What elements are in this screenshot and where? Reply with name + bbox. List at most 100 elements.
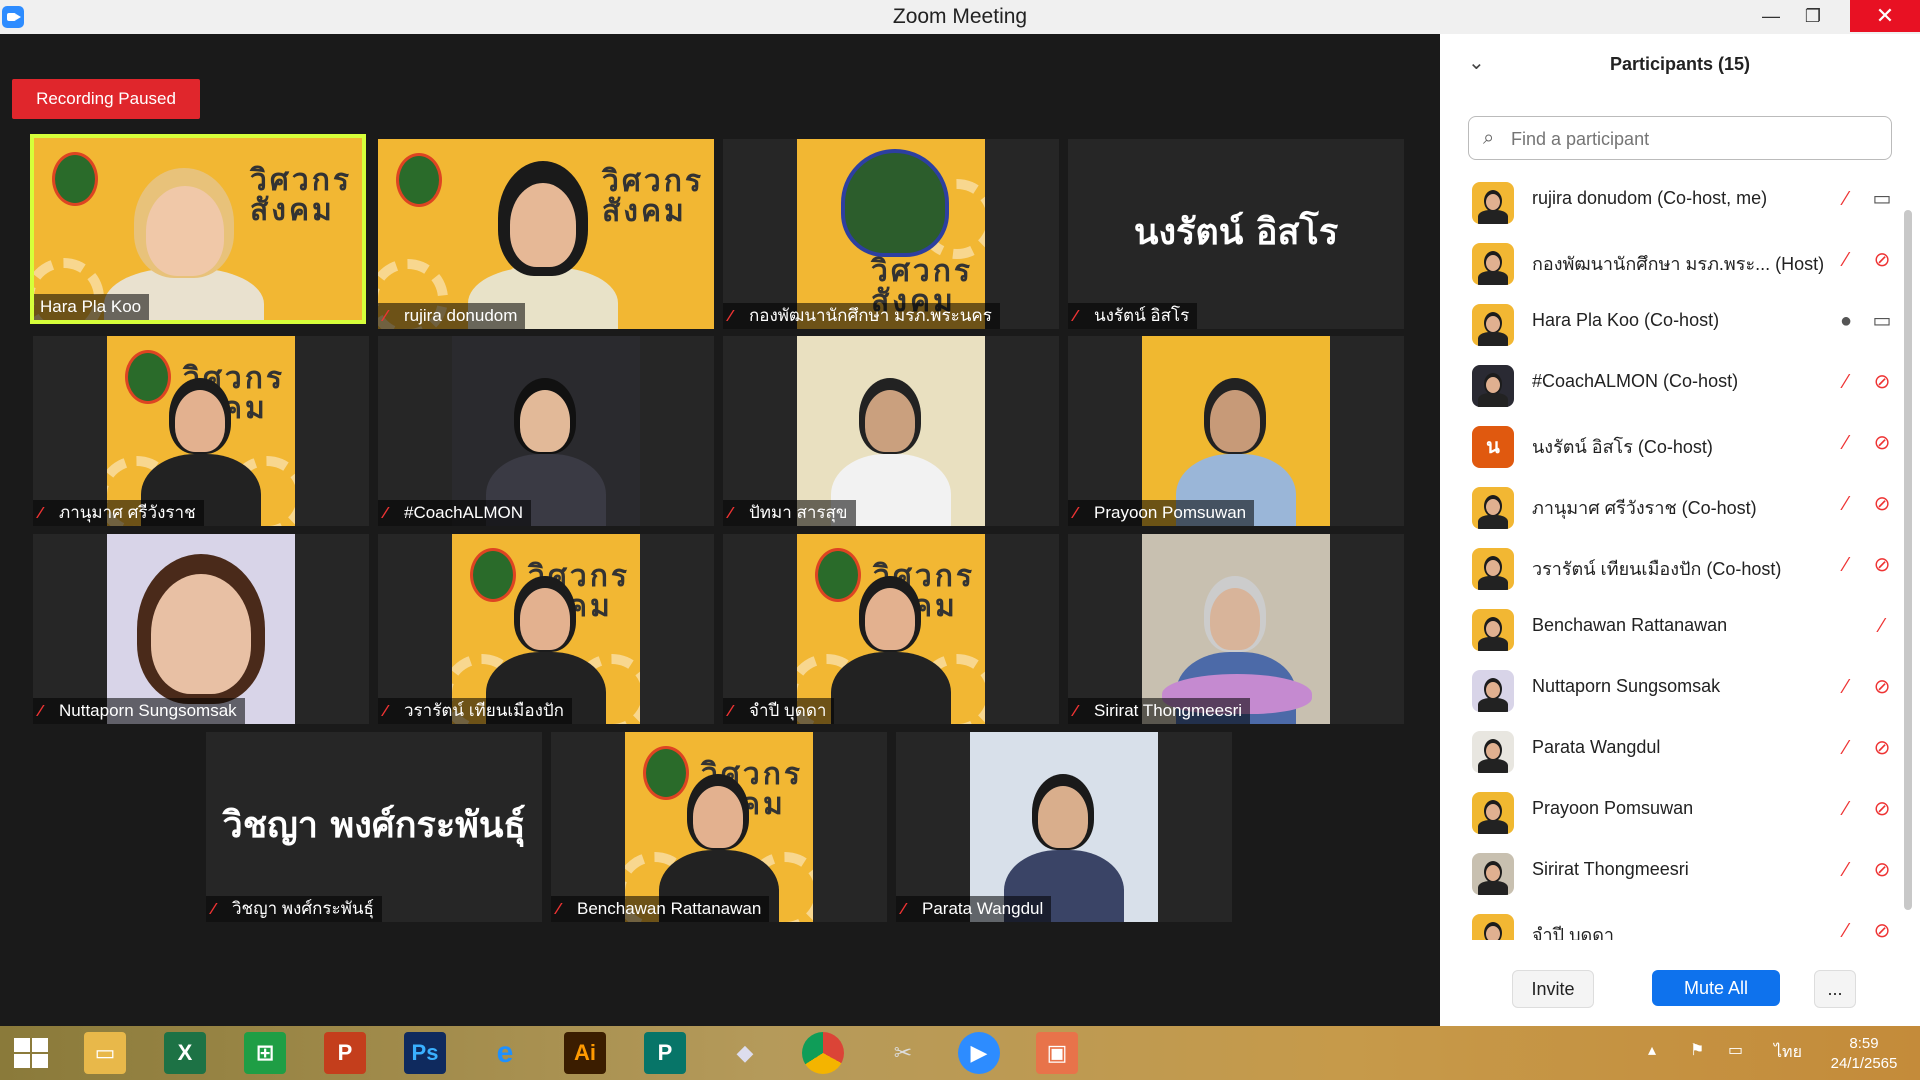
participant-video: วิศวกรสังคม <box>797 139 985 329</box>
video-tile[interactable]: วิศวกรสังคม ⁄ จำปี บุดดา <box>723 534 1059 724</box>
video-off-icon[interactable]: ⊘ <box>1868 489 1896 519</box>
video-tile[interactable]: ⁄ Parata Wangdul <box>896 732 1232 922</box>
tile-participant-name: Prayoon Pomsuwan <box>1094 503 1247 522</box>
presentation-icon[interactable]: ▣ <box>1036 1032 1078 1074</box>
close-button[interactable]: ✕ <box>1850 0 1920 32</box>
snipping-tool-icon[interactable]: ✂ <box>882 1032 924 1074</box>
video-tile[interactable]: ⁄ Nuttaporn Sungsomsak <box>33 534 369 724</box>
video-off-icon[interactable]: ⊘ <box>1868 428 1896 458</box>
video-off-icon[interactable]: ⊘ <box>1868 733 1896 763</box>
muted-mic-icon[interactable]: ⁄ <box>1832 428 1860 458</box>
tray-chevron-icon[interactable]: ▴ <box>1648 1040 1656 1060</box>
participant-video <box>1142 534 1330 724</box>
muted-mic-icon[interactable]: ⁄ <box>1832 489 1860 519</box>
chrome-icon[interactable] <box>802 1032 844 1074</box>
video-tile[interactable]: วิศวกรสังคม ⁄ Benchawan Rattanawan <box>551 732 887 922</box>
network-icon[interactable]: ▭ <box>1728 1040 1743 1060</box>
video-tile[interactable]: วิศวกรสังคม ⁄ วรารัตน์ เทียนเมืองปัก <box>378 534 714 724</box>
participant-video <box>797 336 985 526</box>
video-off-icon[interactable]: ⊘ <box>1868 855 1896 885</box>
participant-row[interactable]: กองพัฒนานักศึกษา มรภ.พระ... (Host) ⁄ ⊘ <box>1440 231 1900 292</box>
video-tile[interactable]: ⁄ #CoachALMON <box>378 336 714 526</box>
video-off-icon[interactable]: ⊘ <box>1868 672 1896 702</box>
restore-button[interactable]: ❐ <box>1792 0 1834 32</box>
muted-mic-icon: ⁄ <box>729 703 732 720</box>
tile-participant-name: จำปี บุดดา <box>749 701 827 720</box>
muted-mic-icon[interactable]: ⁄ <box>1832 367 1860 397</box>
store-icon[interactable]: ⊞ <box>244 1032 286 1074</box>
language-indicator[interactable]: ไทย <box>1774 1040 1802 1065</box>
video-off-icon[interactable]: ⊘ <box>1868 245 1896 275</box>
participant-row[interactable]: Benchawan Rattanawan ⁄ <box>1440 597 1900 658</box>
participant-row[interactable]: จำปี บุดดา ⁄ ⊘ <box>1440 902 1900 940</box>
microphone-icon[interactable]: ● <box>1832 306 1860 336</box>
participant-row[interactable]: Sirirat Thongmeesri ⁄ ⊘ <box>1440 841 1900 902</box>
video-tile[interactable]: วิศวกร สังคม Hara Pla Koo <box>30 134 366 324</box>
more-options-button[interactable]: ... <box>1814 970 1856 1008</box>
video-off-icon[interactable]: ⊘ <box>1868 550 1896 580</box>
paint-icon[interactable]: ◆ <box>724 1032 766 1074</box>
muted-mic-icon[interactable]: ⁄ <box>1868 611 1896 641</box>
video-camera-icon[interactable]: ▭ <box>1868 306 1896 336</box>
participant-list: rujira donudom (Co-host, me) ⁄ ▭ กองพัฒนานั… <box>1440 170 1900 940</box>
tile-participant-name: กองพัฒนานักศึกษา มรภ.พระนคร <box>749 306 992 325</box>
muted-mic-icon[interactable]: ⁄ <box>1832 184 1860 214</box>
participant-row[interactable]: #CoachALMON (Co-host) ⁄ ⊘ <box>1440 353 1900 414</box>
video-tile[interactable]: ⁄ Sirirat Thongmeesri <box>1068 534 1404 724</box>
excel-icon[interactable]: X <box>164 1032 206 1074</box>
participant-name: วรารัตน์ เทียนเมืองปัก (Co-host) <box>1532 559 1782 579</box>
invite-button[interactable]: Invite <box>1512 970 1594 1008</box>
video-off-icon[interactable]: ⊘ <box>1868 794 1896 824</box>
action-center-icon[interactable]: ⚑ <box>1690 1040 1704 1060</box>
participant-row[interactable]: Parata Wangdul ⁄ ⊘ <box>1440 719 1900 780</box>
mute-all-button[interactable]: Mute All <box>1652 970 1780 1006</box>
muted-mic-icon[interactable]: ⁄ <box>1832 672 1860 702</box>
participant-row[interactable]: Prayoon Pomsuwan ⁄ ⊘ <box>1440 780 1900 841</box>
tile-name-label: ⁄ จำปี บุดดา <box>723 698 835 724</box>
zoom-taskbar-icon[interactable]: ▶ <box>958 1032 1000 1074</box>
video-off-icon[interactable]: ⊘ <box>1868 916 1896 940</box>
muted-mic-icon[interactable]: ⁄ <box>1832 550 1860 580</box>
recording-paused-badge[interactable]: Recording Paused <box>12 79 200 119</box>
video-off-icon[interactable]: ⊘ <box>1868 367 1896 397</box>
internet-explorer-icon[interactable]: e <box>484 1032 526 1074</box>
windows-start-icon[interactable] <box>14 1038 50 1070</box>
participant-row[interactable]: rujira donudom (Co-host, me) ⁄ ▭ <box>1440 170 1900 231</box>
video-tile[interactable]: วิศวกร สังคม ⁄ rujira donudom <box>378 139 714 329</box>
participants-title: Participants (15) <box>1609 54 1751 74</box>
video-tile[interactable]: วิศวกร สังคม ⁄ กองพัฒนานักศึกษา มรภ.พระนคร <box>723 139 1059 329</box>
muted-mic-icon[interactable]: ⁄ <box>1832 855 1860 885</box>
publisher-icon[interactable]: P <box>644 1032 686 1074</box>
participant-name: Sirirat Thongmeesri <box>1532 859 1689 879</box>
participant-scrollbar[interactable] <box>1904 170 1912 930</box>
minimize-button[interactable]: — <box>1750 0 1792 32</box>
muted-mic-icon[interactable]: ⁄ <box>1832 916 1860 940</box>
tile-name-label: ⁄ Parata Wangdul <box>896 896 1052 922</box>
muted-mic-icon[interactable]: ⁄ <box>1832 733 1860 763</box>
participant-row[interactable]: Hara Pla Koo (Co-host) ● ▭ <box>1440 292 1900 353</box>
video-tile[interactable]: ⁄ Prayoon Pomsuwan <box>1068 336 1404 526</box>
participant-row[interactable]: น นงรัตน์ อิสโร (Co-host) ⁄ ⊘ <box>1440 414 1900 475</box>
video-camera-icon[interactable]: ▭ <box>1868 184 1896 214</box>
muted-mic-icon: ⁄ <box>384 703 387 720</box>
tile-display-name: นงรัตน์ อิสโร <box>1133 211 1339 253</box>
video-tile[interactable]: นงรัตน์ อิสโร ⁄ นงรัตน์ อิสโร <box>1068 139 1404 329</box>
illustrator-icon[interactable]: Ai <box>564 1032 606 1074</box>
muted-mic-icon: ⁄ <box>729 505 732 522</box>
tile-name-label: ⁄ กองพัฒนานักศึกษา มรภ.พระนคร <box>723 303 1000 329</box>
participant-row[interactable]: ภานุมาศ ศรีวังราช (Co-host) ⁄ ⊘ <box>1440 475 1900 536</box>
file-explorer-icon[interactable]: ▭ <box>84 1032 126 1074</box>
muted-mic-icon[interactable]: ⁄ <box>1832 794 1860 824</box>
search-input[interactable] <box>1509 125 1883 153</box>
muted-mic-icon[interactable]: ⁄ <box>1832 245 1860 275</box>
photoshop-icon[interactable]: Ps <box>404 1032 446 1074</box>
powerpoint-icon[interactable]: P <box>324 1032 366 1074</box>
participant-row[interactable]: Nuttaporn Sungsomsak ⁄ ⊘ <box>1440 658 1900 719</box>
participant-name: ภานุมาศ ศรีวังราช (Co-host) <box>1532 498 1757 518</box>
video-tile[interactable]: วิชญา พงศ์กระพันธุ์ ⁄ วิชญา พงศ์กระพันธุ์ <box>206 732 542 922</box>
system-clock[interactable]: 8:59 24/1/2565 <box>1818 1034 1910 1074</box>
video-tile[interactable]: วิศวกรสังคม ⁄ ภานุมาศ ศรีวังราช <box>33 336 369 526</box>
video-tile[interactable]: ⁄ ปัทมา สารสุข <box>723 336 1059 526</box>
participant-search[interactable]: ⌕ <box>1468 116 1892 160</box>
participant-row[interactable]: วรารัตน์ เทียนเมืองปัก (Co-host) ⁄ ⊘ <box>1440 536 1900 597</box>
